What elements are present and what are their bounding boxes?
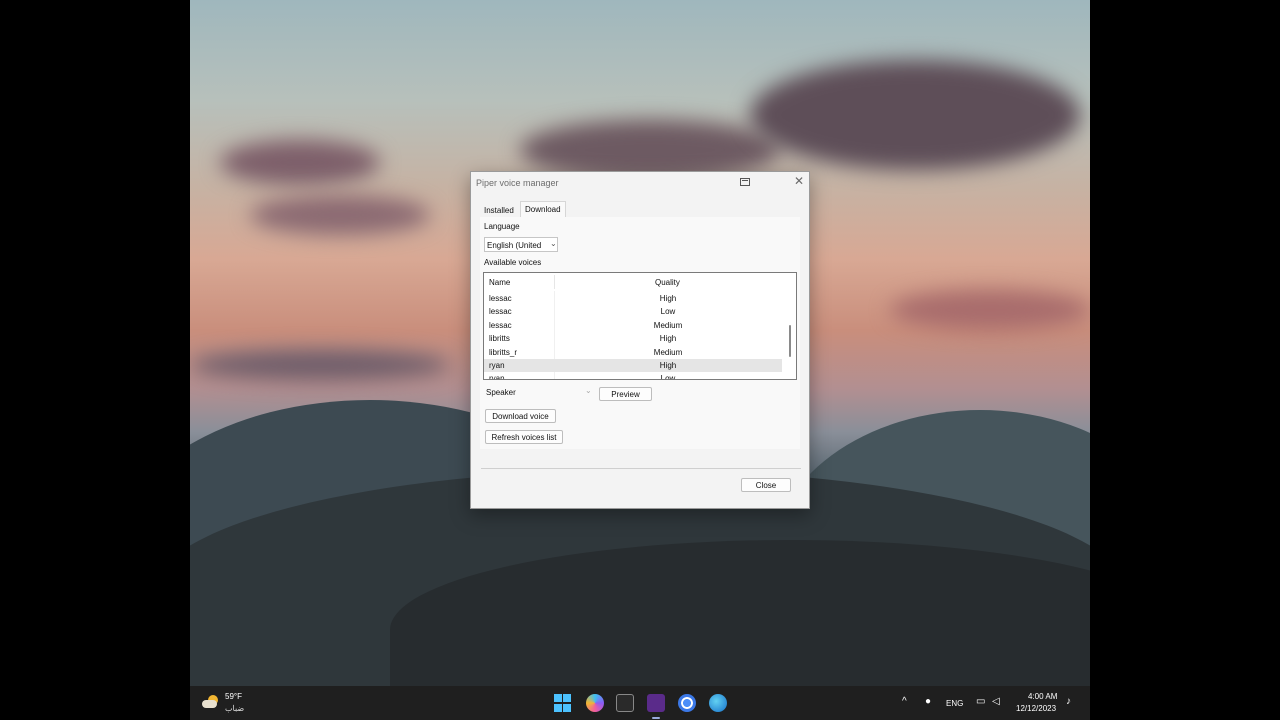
active-app-indicator [652,717,660,719]
close-button[interactable]: Close [741,478,791,492]
taskbar: 59°F ضباب ^ ● ENG ▭ ◁ 4:00 AM 12/12/2023… [190,686,1090,720]
network-icon[interactable]: ▭ [976,696,985,707]
title-bar[interactable]: Piper voice manager ✕ [471,172,809,194]
fog-icon [202,700,217,708]
clock-date[interactable]: 12/12/2023 [1016,704,1056,713]
column-separator [554,275,555,289]
chevron-down-icon: ⌄ [550,239,557,248]
voice-name: libritts_r [489,347,518,357]
chevron-up-icon[interactable]: ^ [902,696,907,707]
scrollbar-thumb[interactable] [789,325,791,357]
language-selected-value: English (United [487,241,542,250]
list-item[interactable]: libritts_r Medium [484,346,782,359]
piper-voice-manager-dialog: Piper voice manager ✕ Installed Download… [470,171,810,509]
cloud [750,60,1080,170]
list-item[interactable]: ryan Low [484,372,782,380]
speaker-placeholder: Speaker [486,388,516,397]
chevron-down-icon: ⌄ [585,386,592,395]
voice-name: lessac [489,320,512,330]
window-title: Piper voice manager [476,178,559,188]
close-icon[interactable]: ✕ [794,175,804,187]
list-item[interactable]: ryan High [484,359,782,372]
terminal-icon[interactable] [616,694,634,712]
voice-name: ryan [489,361,505,370]
voices-list[interactable]: Name Quality lessac High lessac Low lessac Me… [483,272,797,380]
list-item[interactable]: lessac High [484,292,782,305]
language-label: Language [484,222,520,231]
voice-name: lessac [489,307,512,317]
speaker-select[interactable]: Speaker ⌄ [484,386,594,401]
edge-icon[interactable] [709,694,727,712]
footer-divider [481,468,801,469]
restore-icon[interactable] [740,178,750,186]
preview-button[interactable]: Preview [599,387,652,401]
chrome-icon[interactable] [678,694,696,712]
list-item[interactable]: libritts High [484,332,782,345]
cloud [190,350,450,380]
list-item[interactable]: lessac Low [484,305,782,318]
weather-icon[interactable] [202,695,219,709]
microphone-icon[interactable]: ● [925,696,931,707]
volume-icon[interactable]: ◁ [992,696,1000,707]
tab-installed[interactable]: Installed [484,206,514,215]
download-voice-button[interactable]: Download voice [485,409,556,423]
copilot-icon[interactable] [586,694,604,712]
list-header: Name Quality [484,273,782,291]
available-voices-label: Available voices [484,258,542,267]
column-header-quality[interactable]: Quality [655,278,680,287]
input-language[interactable]: ENG [946,699,963,708]
cloud [250,195,430,235]
weather-temperature[interactable]: 59°F [225,692,242,701]
voice-name: lessac [489,294,512,303]
column-header-name[interactable]: Name [489,278,510,287]
notification-bell-icon[interactable]: ♪ [1066,696,1071,707]
tab-download[interactable]: Download [520,201,566,217]
cloud [220,140,380,185]
refresh-voices-list-button[interactable]: Refresh voices list [485,430,563,444]
clock-time[interactable]: 4:00 AM [1028,692,1057,701]
weather-description[interactable]: ضباب [225,704,244,713]
voice-name: ryan [489,374,505,380]
list-item[interactable]: lessac Medium [484,319,782,332]
cloud [890,290,1090,330]
voice-name: libritts [489,334,510,344]
nvda-icon[interactable] [647,694,665,712]
windows-start-icon[interactable] [554,694,572,712]
language-select[interactable]: English (United ⌄ [484,237,558,252]
